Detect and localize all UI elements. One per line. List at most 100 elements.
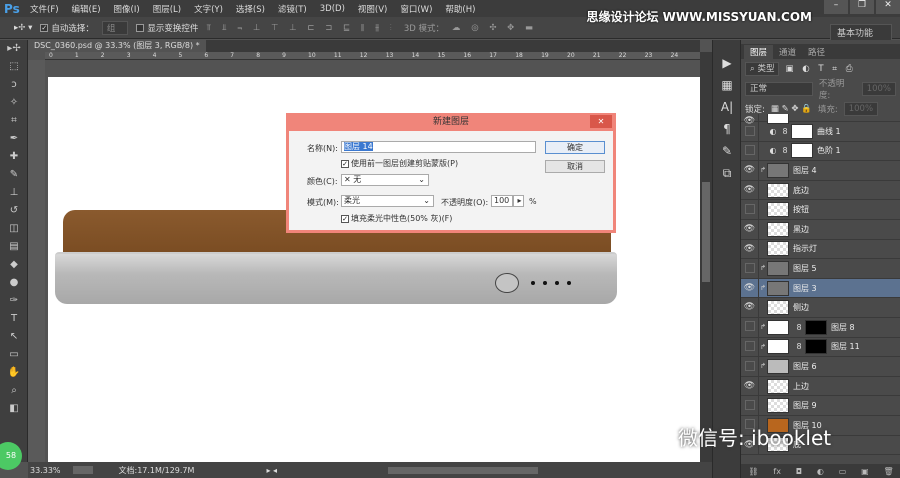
history-brush-icon[interactable]: ↺	[0, 202, 28, 220]
play-action-icon[interactable]: ▶	[713, 52, 741, 74]
move-tool-icon[interactable]: ▸✢ ▾	[14, 23, 32, 33]
paragraph-icon[interactable]: ¶	[713, 118, 741, 140]
eraser-tool-icon[interactable]: ◫	[0, 220, 28, 238]
layer-row[interactable]: 👁 侧边	[741, 298, 900, 318]
layer-name[interactable]: 按钮	[793, 204, 809, 215]
visibility-toggle-icon[interactable]: 👁	[741, 180, 759, 200]
menu-item[interactable]: 图层(L)	[153, 3, 181, 15]
layer-row[interactable]: ↱ 图层 6	[741, 357, 900, 377]
visibility-toggle-icon[interactable]: 👁	[741, 376, 759, 396]
brush-tool-icon[interactable]: ✎	[0, 166, 28, 184]
type-tool-icon[interactable]: T	[0, 310, 28, 328]
shape-tool-icon[interactable]: ▭	[0, 346, 28, 364]
stamp-tool-icon[interactable]: ⊥	[0, 184, 28, 202]
layer-name[interactable]: 黑边	[793, 224, 809, 235]
character-icon[interactable]: A|	[713, 96, 741, 118]
layer-row[interactable]: ◐ 8 曲线 1	[741, 122, 900, 142]
fill-neutral-checkbox[interactable]: ✓ 填充柔光中性色(50% 灰)(F)	[341, 213, 452, 224]
show-transform-checkbox[interactable]: 显示变换控件	[136, 22, 198, 34]
opacity-slider-button[interactable]: ▸	[513, 195, 524, 207]
layer-name[interactable]: 图层 9	[793, 400, 817, 411]
visibility-toggle-icon[interactable]	[741, 357, 759, 376]
layer-name[interactable]: 曲线 1	[817, 126, 841, 137]
layer-row[interactable]: ◐ 8 色阶 1	[741, 141, 900, 162]
visibility-toggle-icon[interactable]	[741, 396, 759, 415]
layer-filter-select[interactable]: ⌕ 类型	[745, 62, 780, 76]
quick-select-tool-icon[interactable]: ✧	[0, 94, 28, 112]
visibility-toggle-icon[interactable]: 👁	[741, 298, 759, 317]
visibility-toggle-icon[interactable]	[741, 317, 759, 337]
new-layer-icon[interactable]: ▣	[861, 467, 869, 476]
vertical-scrollbar[interactable]	[700, 52, 712, 462]
opacity-input[interactable]: 100	[491, 195, 513, 207]
layer-name[interactable]: 指示灯	[793, 243, 817, 254]
move-tool-icon[interactable]: ▸✢	[0, 40, 28, 58]
color-swatch-icon[interactable]: ◧	[0, 400, 28, 418]
menu-item[interactable]: 滤镜(T)	[278, 3, 307, 15]
hand-tool-icon[interactable]: ✋	[0, 364, 28, 382]
layer-name[interactable]: 图层 4	[793, 165, 817, 176]
brush-presets-icon[interactable]: ✎	[713, 140, 741, 162]
layer-row[interactable]: 👁 ↱ 图层 3	[741, 278, 900, 299]
layer-row[interactable]: ↱ 8 图层 8	[741, 317, 900, 338]
blend-mode-select[interactable]: 正常	[745, 82, 813, 96]
visibility-toggle-icon[interactable]	[741, 200, 759, 219]
layer-name[interactable]: 底边	[793, 185, 809, 196]
restore-button[interactable]: ❐	[850, 0, 874, 14]
menu-item[interactable]: 编辑(E)	[72, 3, 101, 15]
visibility-toggle-icon[interactable]: 👁	[741, 239, 759, 259]
layer-row[interactable]: 👁 黑边	[741, 219, 900, 240]
layer-name[interactable]: 上边	[793, 381, 809, 392]
lasso-tool-icon[interactable]: ↄ	[0, 76, 28, 94]
eyedropper-tool-icon[interactable]: ✒	[0, 130, 28, 148]
layer-row[interactable]: 👁 底边	[741, 180, 900, 201]
menu-item[interactable]: 帮助(H)	[445, 3, 475, 15]
visibility-toggle-icon[interactable]	[741, 122, 759, 141]
visibility-toggle-icon[interactable]: 👁	[741, 219, 759, 239]
healing-tool-icon[interactable]: ✚	[0, 148, 28, 166]
visibility-toggle-icon[interactable]	[741, 337, 759, 357]
document-tab[interactable]: DSC_0360.psd @ 33.3% (图层 3, RGB/8) *	[28, 40, 206, 52]
align-icons[interactable]: ⫪ ⫫ ⫬ ⊥ ⊤ ⊥ ⊏ ⊐ ⊑ ⫴ ⫵ ⫶	[206, 23, 395, 33]
ok-button[interactable]: 确定	[545, 141, 605, 154]
close-button[interactable]: ✕	[876, 0, 900, 14]
zoom-level[interactable]: 33.33%	[30, 466, 61, 475]
pen-tool-icon[interactable]: ✑	[0, 292, 28, 310]
layer-name[interactable]: 色阶 1	[817, 145, 841, 156]
zoom-tool-icon[interactable]: ⌕	[0, 382, 28, 400]
fx-icon[interactable]: fx	[773, 467, 781, 476]
3d-mode-icons[interactable]: ☁ ◎ ✣ ✥ ▬	[452, 23, 537, 33]
auto-select-checkbox[interactable]: ✓ 自动选择：	[40, 22, 94, 34]
layer-row[interactable]: 👁 指示灯	[741, 239, 900, 260]
layer-row[interactable]: 👁	[741, 114, 900, 126]
layer-row[interactable]: 图层 9	[741, 396, 900, 416]
opacity-field[interactable]: 100%	[861, 82, 896, 96]
status-menu-arrow-icon[interactable]: ▸ ◂	[266, 466, 277, 475]
layer-name[interactable]: 图层 6	[793, 361, 817, 372]
layer-name[interactable]: 侧边	[793, 302, 809, 313]
clone-source-icon[interactable]: ⧉	[713, 162, 741, 184]
color-select[interactable]: ✕ 无 ⌄	[341, 174, 429, 186]
tab-paths[interactable]: 路径	[802, 45, 831, 59]
name-input[interactable]: 图层 14	[341, 141, 536, 153]
cancel-button[interactable]: 取消	[545, 160, 605, 173]
adjustment-layer-icon[interactable]: ◐	[817, 467, 824, 476]
layer-name[interactable]: 图层 11	[831, 341, 860, 352]
layer-row[interactable]: 按钮	[741, 200, 900, 220]
layer-name[interactable]: 图层 3	[793, 283, 817, 294]
workspace-dropdown[interactable]: 基本功能	[829, 24, 892, 41]
menu-item[interactable]: 图像(I)	[114, 3, 140, 15]
visibility-toggle-icon[interactable]: 👁	[741, 161, 759, 180]
visibility-toggle-icon[interactable]	[741, 141, 759, 161]
menu-item[interactable]: 文字(Y)	[194, 3, 223, 15]
clip-mask-checkbox[interactable]: ✓ 使用前一图层创建剪贴蒙版(P)	[341, 158, 458, 169]
layer-row[interactable]: ↱ 8 图层 11	[741, 337, 900, 358]
gradient-tool-icon[interactable]: ▤	[0, 238, 28, 256]
menu-item[interactable]: 选择(S)	[236, 3, 265, 15]
tab-layers[interactable]: 图层	[744, 45, 774, 59]
dialog-close-button[interactable]: ✕	[590, 115, 612, 128]
visibility-toggle-icon[interactable]: 👁	[741, 114, 759, 126]
layer-name[interactable]: 图层 5	[793, 263, 817, 274]
layer-row[interactable]: 👁 上边	[741, 376, 900, 397]
tab-channels[interactable]: 通道	[773, 45, 802, 59]
